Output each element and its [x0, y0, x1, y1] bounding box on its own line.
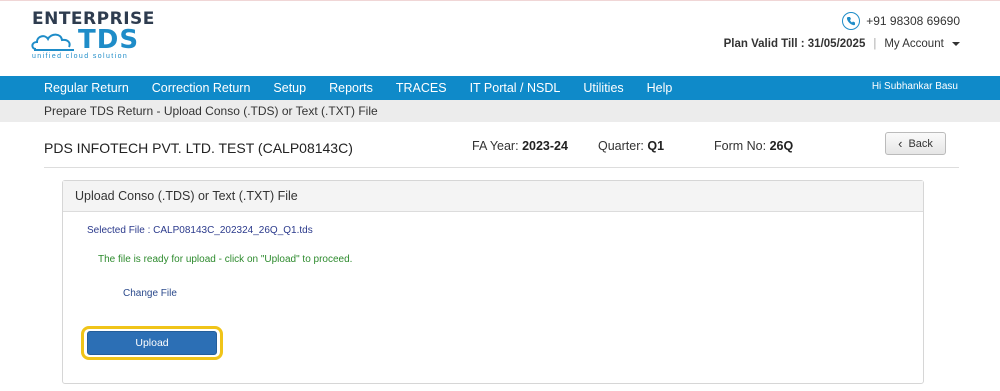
breadcrumb: Prepare TDS Return - Upload Conso (.TDS)…	[0, 100, 1000, 122]
back-label: Back	[908, 137, 933, 150]
nav-it-portal[interactable]: IT Portal / NSDL	[458, 81, 572, 95]
phone-icon	[842, 12, 861, 30]
main-navbar: Regular Return Correction Return Setup R…	[0, 76, 1000, 100]
my-account-menu[interactable]: My Account	[884, 38, 960, 50]
nav-regular-return[interactable]: Regular Return	[0, 81, 140, 95]
separator: |	[873, 38, 877, 50]
chevron-left-icon: ‹	[898, 136, 903, 151]
upload-highlight: Upload	[81, 326, 223, 360]
fa-year: FA Year: 2023-24	[472, 139, 568, 153]
plan-valid-text: Plan Valid Till : 31/05/2025	[723, 38, 866, 50]
form-value: 26Q	[769, 139, 794, 153]
fa-year-label: FA Year:	[472, 139, 519, 153]
ready-message: The file is ready for upload - click on …	[98, 254, 353, 265]
quarter-value: Q1	[647, 139, 665, 153]
panel-title: Upload Conso (.TDS) or Text (.TXT) File	[63, 181, 923, 212]
back-button[interactable]: ‹ Back	[885, 132, 946, 155]
plan-row: Plan Valid Till : 31/05/2025 | My Accoun…	[724, 38, 960, 50]
my-account-label: My Account	[884, 38, 944, 50]
nav-correction-return[interactable]: Correction Return	[140, 81, 262, 95]
cloud-icon	[31, 33, 74, 51]
company-name: PDS INFOTECH PVT. LTD. TEST (CALP08143C)	[44, 140, 353, 156]
upload-panel: Upload Conso (.TDS) or Text (.TXT) File …	[62, 180, 924, 384]
nav-utilities[interactable]: Utilities	[572, 81, 635, 95]
nav-help[interactable]: Help	[635, 81, 684, 95]
nav-traces[interactable]: TRACES	[384, 81, 458, 95]
upload-button[interactable]: Upload	[87, 331, 217, 355]
return-info-row: PDS INFOTECH PVT. LTD. TEST (CALP08143C)…	[44, 132, 959, 168]
quarter-label: Quarter:	[598, 139, 644, 153]
header: ENTERPRISE TDS unified cloud solution +9…	[0, 0, 1000, 76]
change-file-link[interactable]: Change File	[123, 288, 177, 299]
quarter: Quarter: Q1	[598, 139, 664, 153]
nav-setup[interactable]: Setup	[262, 81, 318, 95]
nav-reports[interactable]: Reports	[318, 81, 385, 95]
selected-file-text: Selected File : CALP08143C_202324_26Q_Q1…	[87, 225, 313, 236]
phone-contact: +91 98308 69690	[842, 11, 960, 31]
caret-down-icon	[952, 41, 960, 46]
form-label: Form No:	[714, 139, 767, 153]
form-no: Form No: 26Q	[714, 139, 793, 153]
logo[interactable]: ENTERPRISE TDS unified cloud solution	[30, 7, 154, 63]
logo-main-text: TDS	[78, 25, 140, 55]
logo-tagline: unified cloud solution	[32, 53, 129, 60]
phone-number: +91 98308 69690	[866, 14, 960, 28]
user-greeting[interactable]: Hi Subhankar Basu	[872, 81, 958, 92]
fa-year-value: 2023-24	[522, 139, 568, 153]
